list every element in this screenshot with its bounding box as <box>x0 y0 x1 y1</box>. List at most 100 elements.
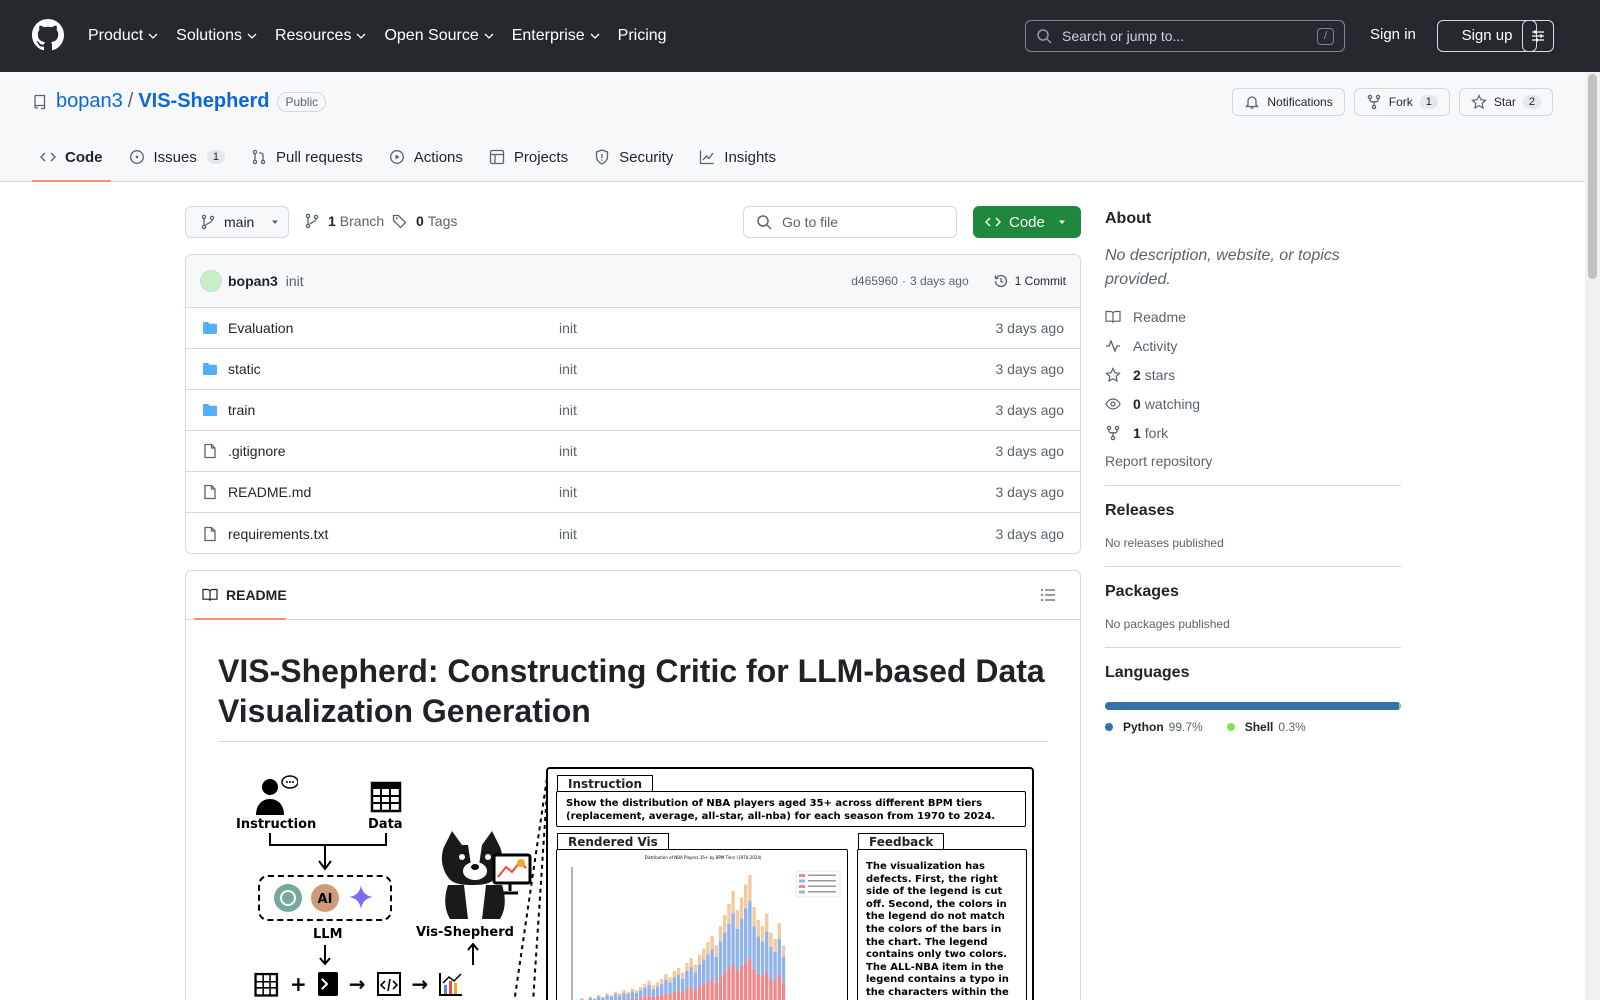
data-table-icon <box>254 972 279 997</box>
branch-icon <box>201 214 215 230</box>
notifications-button[interactable]: Notifications <box>1232 88 1345 116</box>
fork-button[interactable]: Fork 1 <box>1353 88 1450 116</box>
file-commit-message[interactable]: init <box>559 484 577 500</box>
activity-link[interactable]: Activity <box>1105 337 1401 355</box>
file-commit-message[interactable]: init <box>559 320 577 336</box>
file-updated-time: 3 days ago <box>995 402 1065 418</box>
nav-enterprise[interactable]: Enterprise <box>512 27 600 45</box>
forks-link[interactable]: 1 fork <box>1105 424 1401 442</box>
repo-owner-link[interactable]: bopan3 <box>56 90 123 113</box>
book-icon <box>202 588 218 601</box>
commit-history-link[interactable]: 1 Commit <box>993 273 1066 289</box>
mini-chart-bar-segment <box>781 982 786 1000</box>
mini-chart-bar-segment <box>723 932 727 973</box>
file-row-requirements[interactable]: requirements.txt init 3 days ago <box>186 513 1080 553</box>
nav-solutions[interactable]: Solutions <box>176 27 257 45</box>
file-name[interactable]: train <box>228 402 255 418</box>
branch-icon <box>305 213 319 229</box>
mini-chart-legend-text <box>808 891 836 893</box>
file-commit-message[interactable]: init <box>559 361 577 377</box>
commit-author-link[interactable]: bopan3 <box>228 273 278 289</box>
nav-resources[interactable]: Resources <box>275 27 366 45</box>
file-name[interactable]: Evaluation <box>228 320 293 336</box>
issues-counter: 1 <box>206 150 225 164</box>
code-dropdown-button[interactable]: Code <box>973 206 1081 238</box>
file-row-readme[interactable]: README.md init 3 days ago <box>186 472 1080 513</box>
packages-heading[interactable]: Packages <box>1105 583 1401 601</box>
repo-name-link[interactable]: VIS-Shepherd <box>138 90 269 113</box>
file-name[interactable]: static <box>228 361 261 377</box>
mini-chart-legend-swatch <box>799 879 805 883</box>
global-search-input[interactable]: Search or jump to... / <box>1025 20 1345 52</box>
gemini-logo-icon <box>348 885 373 909</box>
mini-chart-bar-segment <box>731 963 735 1000</box>
file-commit-message[interactable]: init <box>559 402 577 418</box>
nav-product[interactable]: Product <box>88 27 158 45</box>
tab-insights[interactable]: Insights <box>691 134 784 180</box>
mini-chart-bar-segment <box>655 986 660 996</box>
mini-chart-bar-segment <box>718 926 723 942</box>
repo-title-separator: / <box>127 90 134 112</box>
mini-chart-bar-segment <box>723 972 727 1000</box>
mini-chart-bar-segment <box>731 891 735 914</box>
tab-pull-requests[interactable]: Pull requests <box>243 134 371 180</box>
nav-pricing[interactable]: Pricing <box>618 27 667 45</box>
language-shell[interactable]: Shell 0.3% <box>1226 720 1306 734</box>
branch-select[interactable]: main <box>185 206 289 238</box>
page-scrollbar[interactable] <box>1585 72 1600 1000</box>
tab-issues[interactable]: Issues 1 <box>121 134 233 180</box>
sign-in-link[interactable]: Sign in <box>1370 26 1416 43</box>
file-name[interactable]: README.md <box>228 484 311 500</box>
tags-link[interactable]: 0 Tags <box>392 213 457 229</box>
commit-meta-dot: · <box>901 274 906 288</box>
watching-link[interactable]: 0 watching <box>1105 395 1401 413</box>
avatar[interactable] <box>200 270 222 292</box>
file-commit-message[interactable]: init <box>559 443 577 459</box>
file-name[interactable]: requirements.txt <box>228 526 328 542</box>
nav-open-source[interactable]: Open Source <box>384 27 494 45</box>
tag-icon <box>392 214 407 229</box>
tab-actions[interactable]: Actions <box>381 134 471 180</box>
report-repository-link[interactable]: Report repository <box>1105 453 1401 469</box>
file-row-evaluation[interactable]: Evaluation init 3 days ago <box>186 308 1080 349</box>
tab-code[interactable]: Code <box>32 134 111 182</box>
tab-security[interactable]: Security <box>586 134 681 180</box>
mini-chart-bar-segment <box>630 988 634 992</box>
commit-hash-link[interactable]: d465960 <box>851 274 898 288</box>
mini-chart-bar-segment <box>660 994 664 1000</box>
branches-link[interactable]: 1 Branch <box>304 213 384 229</box>
file-name[interactable]: .gitignore <box>228 443 286 459</box>
repo-tabs: Code Issues 1 Pull requests Actions Proj… <box>32 134 794 182</box>
tab-projects[interactable]: Projects <box>481 134 576 180</box>
mini-chart-bar-segment <box>710 935 714 950</box>
stars-link[interactable]: 2 stars <box>1105 366 1401 384</box>
releases-heading[interactable]: Releases <box>1105 502 1401 520</box>
mini-chart-bar-segment <box>739 966 744 1000</box>
bell-icon <box>1245 96 1260 109</box>
file-row-gitignore[interactable]: .gitignore init 3 days ago <box>186 431 1080 472</box>
mini-chart-bar-segment <box>765 913 769 932</box>
readme-link[interactable]: Readme <box>1105 308 1401 326</box>
readme-tab[interactable]: README <box>186 571 1080 620</box>
mini-chart-bar-segment <box>639 990 643 998</box>
settings-menu-button[interactable] <box>1522 20 1554 52</box>
star-button[interactable]: Star 2 <box>1458 88 1553 116</box>
language-python[interactable]: Python 99.7% <box>1105 720 1203 734</box>
commit-message-link[interactable]: init <box>286 273 304 289</box>
svg-text:AI: AI <box>318 892 333 907</box>
mini-chart-bar-segment <box>769 978 773 1000</box>
file-row-train[interactable]: train init 3 days ago <box>186 390 1080 431</box>
file-row-static[interactable]: static init 3 days ago <box>186 349 1080 390</box>
scrollbar-thumb[interactable] <box>1588 74 1597 279</box>
go-to-file-input[interactable]: Go to file <box>743 206 957 238</box>
list-icon[interactable] <box>1040 587 1056 603</box>
github-logo-icon[interactable] <box>32 19 64 51</box>
file-commit-message[interactable]: init <box>559 526 577 542</box>
anthropic-logo-icon: AI <box>310 884 339 912</box>
mini-chart-bar-segment <box>777 939 781 975</box>
mini-chart-bar-segment <box>605 995 609 1000</box>
mini-chart-bar-segment <box>773 951 777 981</box>
visibility-badge: Public <box>277 91 327 112</box>
feedback-tab: Feedback <box>858 833 945 850</box>
mini-chart-bar-segment <box>609 996 613 1000</box>
